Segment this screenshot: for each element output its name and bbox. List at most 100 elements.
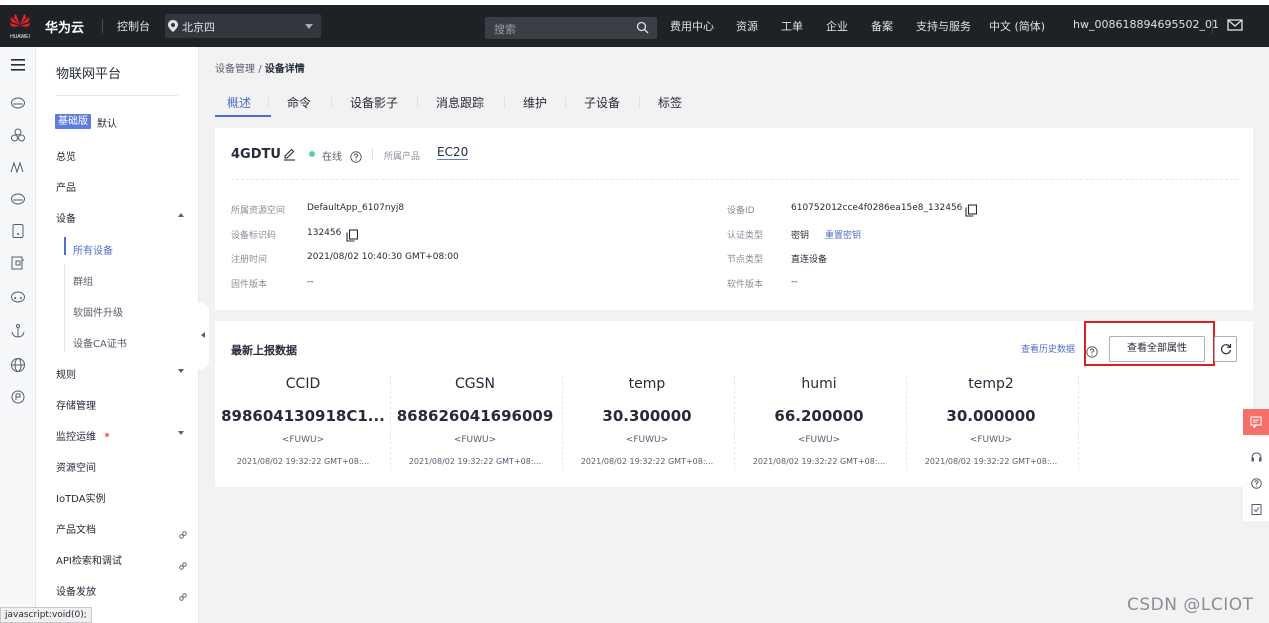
device-status: 在线 <box>322 152 342 163</box>
sidebar-item-monitoring[interactable]: 监控运维 <box>56 428 96 443</box>
refresh-button[interactable] <box>1214 336 1237 362</box>
field-value-device-id: 610752012cce4f0286ea15e8_132456 <box>791 203 963 213</box>
sidebar-item-products[interactable]: 产品 <box>56 179 76 194</box>
tab-commands[interactable]: 命令 <box>287 94 311 111</box>
console-link[interactable]: 控制台 <box>117 18 150 34</box>
device-name: 4GDTU <box>231 147 281 162</box>
huawei-logo[interactable]: HUAWEI <box>8 11 32 41</box>
divider <box>504 96 505 108</box>
brand-name[interactable]: 华为云 <box>45 17 84 36</box>
property-name: CGSN <box>455 376 495 392</box>
tab-child-devices[interactable]: 子设备 <box>584 94 620 111</box>
sidebar-item-all-devices[interactable]: 所有设备 <box>73 242 113 257</box>
chat-icon <box>1250 416 1262 428</box>
property-value: 30.300000 <box>602 407 692 425</box>
field-value-registered-time: 2021/08/02 10:40:30 GMT+08:00 <box>307 252 459 262</box>
property-timestamp: 2021/08/02 19:32:22 GMT+08:... <box>408 457 542 466</box>
external-link-icon <box>179 555 187 570</box>
tab-device-shadow[interactable]: 设备影子 <box>350 94 398 111</box>
chevron-up-icon[interactable] <box>178 213 184 217</box>
feedback-button[interactable] <box>1243 409 1269 435</box>
sidebar-item-resource-space[interactable]: 资源空间 <box>56 459 96 474</box>
property-service: <FUWU> <box>797 435 841 445</box>
nav-tickets[interactable]: 工单 <box>781 18 803 34</box>
edit-icon[interactable] <box>283 146 296 161</box>
sidebar-collapse-toggle[interactable] <box>195 303 209 369</box>
sidebar-item-groups[interactable]: 群组 <box>73 273 93 288</box>
copy-icon[interactable] <box>346 227 359 242</box>
sidebar-item-rules[interactable]: 规则 <box>56 366 76 381</box>
headset-icon[interactable] <box>1251 448 1262 462</box>
sidebar-item-ca-certificate[interactable]: 设备CA证书 <box>73 335 127 350</box>
sidebar-item-device-provisioning[interactable]: 设备发放 <box>56 583 96 598</box>
divider <box>102 19 103 33</box>
reset-secret-link[interactable]: 重置密钥 <box>825 228 861 241</box>
region-select[interactable]: 北京四 <box>165 14 321 38</box>
breadcrumb-device-management[interactable]: 设备管理 <box>215 64 255 75</box>
property-value: 868626041696009 <box>396 407 554 425</box>
mail-icon[interactable] <box>1227 16 1243 34</box>
sidebar-item-storage[interactable]: 存储管理 <box>56 397 96 412</box>
logo-text: HUAWEI <box>10 34 30 40</box>
chevron-left-icon <box>201 332 205 338</box>
property-timestamp: 2021/08/02 19:32:22 GMT+08:... <box>236 457 370 466</box>
property-card-temp2: temp2 30.000000 <FUWU> 2021/08/02 19:32:… <box>906 372 1076 470</box>
database-icon[interactable] <box>10 191 26 207</box>
help-icon[interactable] <box>350 148 362 163</box>
nav-billing-center[interactable]: 费用中心 <box>670 18 714 34</box>
sidebar-item-devices[interactable]: 设备 <box>56 210 76 225</box>
service-circle-icon[interactable] <box>10 389 26 405</box>
chevron-down-icon[interactable] <box>178 369 184 373</box>
sidebar-item-firmware-upgrade[interactable]: 软固件升级 <box>73 304 123 319</box>
anchor-icon[interactable] <box>10 323 26 339</box>
notification-dot <box>105 433 109 437</box>
network-icon[interactable] <box>10 289 26 305</box>
iot-wave-icon[interactable] <box>10 159 26 175</box>
divider <box>1212 19 1213 33</box>
cluster-icon[interactable] <box>10 127 26 143</box>
edition-note: 默认 <box>97 119 117 130</box>
tab-tags[interactable]: 标签 <box>658 94 682 111</box>
breadcrumb-current: 设备详情 <box>264 64 305 75</box>
property-service: <FUWU> <box>969 435 1013 445</box>
account-menu[interactable]: hw_008618894695502_01 <box>1073 18 1219 31</box>
property-name: CCID <box>285 376 321 392</box>
chevron-down-icon[interactable] <box>178 431 184 435</box>
field-label: 固件版本 <box>231 280 268 290</box>
field-label: 注册时间 <box>231 255 268 265</box>
globe-icon[interactable] <box>10 357 26 373</box>
survey-icon[interactable] <box>1251 500 1262 515</box>
field-label: 设备标识码 <box>231 231 277 241</box>
property-value: 66.200000 <box>774 407 864 425</box>
property-card-humi: humi 66.200000 <FUWU> 2021/08/02 19:32:2… <box>734 372 904 470</box>
nav-icp-filing[interactable]: 备案 <box>871 18 893 34</box>
language-select[interactable]: 中文 (简体) <box>989 18 1045 34</box>
field-label: 节点类型 <box>727 255 764 265</box>
product-link[interactable]: EC20 <box>437 145 469 160</box>
field-value-auth-type: 密钥 <box>791 231 810 241</box>
field-label: 设备ID <box>727 206 755 216</box>
nav-resources[interactable]: 资源 <box>736 18 758 34</box>
gateway-icon[interactable] <box>10 255 26 271</box>
sidebar-item-api-explorer[interactable]: API检索和调试 <box>56 552 122 567</box>
divider <box>1078 376 1079 470</box>
view-history-link[interactable]: 查看历史数据 <box>1021 342 1075 355</box>
search-icon[interactable] <box>636 21 649 34</box>
cloud-service-icon[interactable] <box>10 95 26 111</box>
property-timestamp: 2021/08/02 19:32:22 GMT+08:... <box>752 457 886 466</box>
device-icon[interactable] <box>10 223 26 239</box>
copy-icon[interactable] <box>965 202 978 217</box>
nav-enterprise[interactable]: 企业 <box>826 18 848 34</box>
hamburger-menu-icon[interactable] <box>10 57 26 73</box>
sidebar-item-product-docs[interactable]: 产品文档 <box>56 521 96 536</box>
property-value: 30.000000 <box>946 407 1036 425</box>
help-icon[interactable] <box>1251 474 1262 489</box>
sidebar-item-overview[interactable]: 总览 <box>56 148 76 163</box>
nav-support[interactable]: 支持与服务 <box>916 18 971 34</box>
tab-message-trace[interactable]: 消息跟踪 <box>436 94 484 111</box>
tab-overview[interactable]: 概述 <box>227 94 251 111</box>
sidebar-item-iotda-instance[interactable]: IoTDA实例 <box>56 490 106 505</box>
property-service: <FUWU> <box>453 435 497 445</box>
tab-maintenance[interactable]: 维护 <box>523 94 547 111</box>
global-search-input[interactable]: 搜索 <box>485 17 657 39</box>
